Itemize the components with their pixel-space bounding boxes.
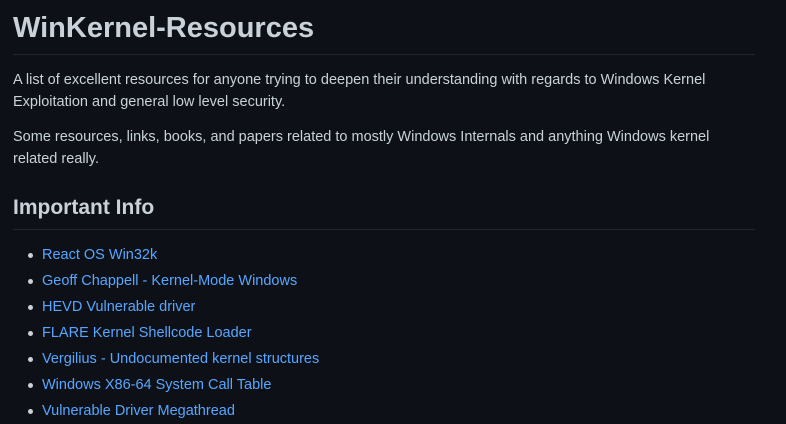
- list-item: HEVD Vulnerable driver: [13, 294, 755, 320]
- readme-content: WinKernel-Resources A list of excellent …: [13, 0, 755, 424]
- bullet-icon: [28, 383, 33, 388]
- section-heading-important-info: Important Info: [13, 194, 755, 230]
- resource-link-list: React OS Win32k Geoff Chappell - Kernel-…: [13, 242, 755, 424]
- link-hevd-driver[interactable]: HEVD Vulnerable driver: [42, 299, 195, 315]
- link-vergilius[interactable]: Vergilius - Undocumented kernel structur…: [42, 351, 319, 367]
- intro-paragraph: A list of excellent resources for anyone…: [13, 72, 706, 110]
- link-syscall-table[interactable]: Windows X86-64 System Call Table: [42, 377, 271, 393]
- list-item: Vergilius - Undocumented kernel structur…: [13, 346, 755, 372]
- link-react-os-win32k[interactable]: React OS Win32k: [42, 247, 157, 263]
- bullet-icon: [28, 409, 33, 414]
- list-item: Vulnerable Driver Megathread: [13, 398, 755, 424]
- bullet-icon: [28, 279, 33, 284]
- bullet-icon: [28, 253, 33, 258]
- bullet-icon: [28, 331, 33, 336]
- page-title: WinKernel-Resources: [13, 0, 755, 55]
- bullet-icon: [28, 305, 33, 310]
- list-item: Windows X86-64 System Call Table: [13, 372, 755, 398]
- list-item: Geoff Chappell - Kernel-Mode Windows: [13, 268, 755, 294]
- list-item: React OS Win32k: [13, 242, 755, 268]
- link-geoff-chappell[interactable]: Geoff Chappell - Kernel-Mode Windows: [42, 273, 297, 289]
- list-item: FLARE Kernel Shellcode Loader: [13, 320, 755, 346]
- bullet-icon: [28, 357, 33, 362]
- link-vulnerable-driver-megathread[interactable]: Vulnerable Driver Megathread: [42, 403, 235, 419]
- description-paragraph: Some resources, links, books, and papers…: [13, 129, 710, 167]
- link-flare-shellcode-loader[interactable]: FLARE Kernel Shellcode Loader: [42, 325, 252, 341]
